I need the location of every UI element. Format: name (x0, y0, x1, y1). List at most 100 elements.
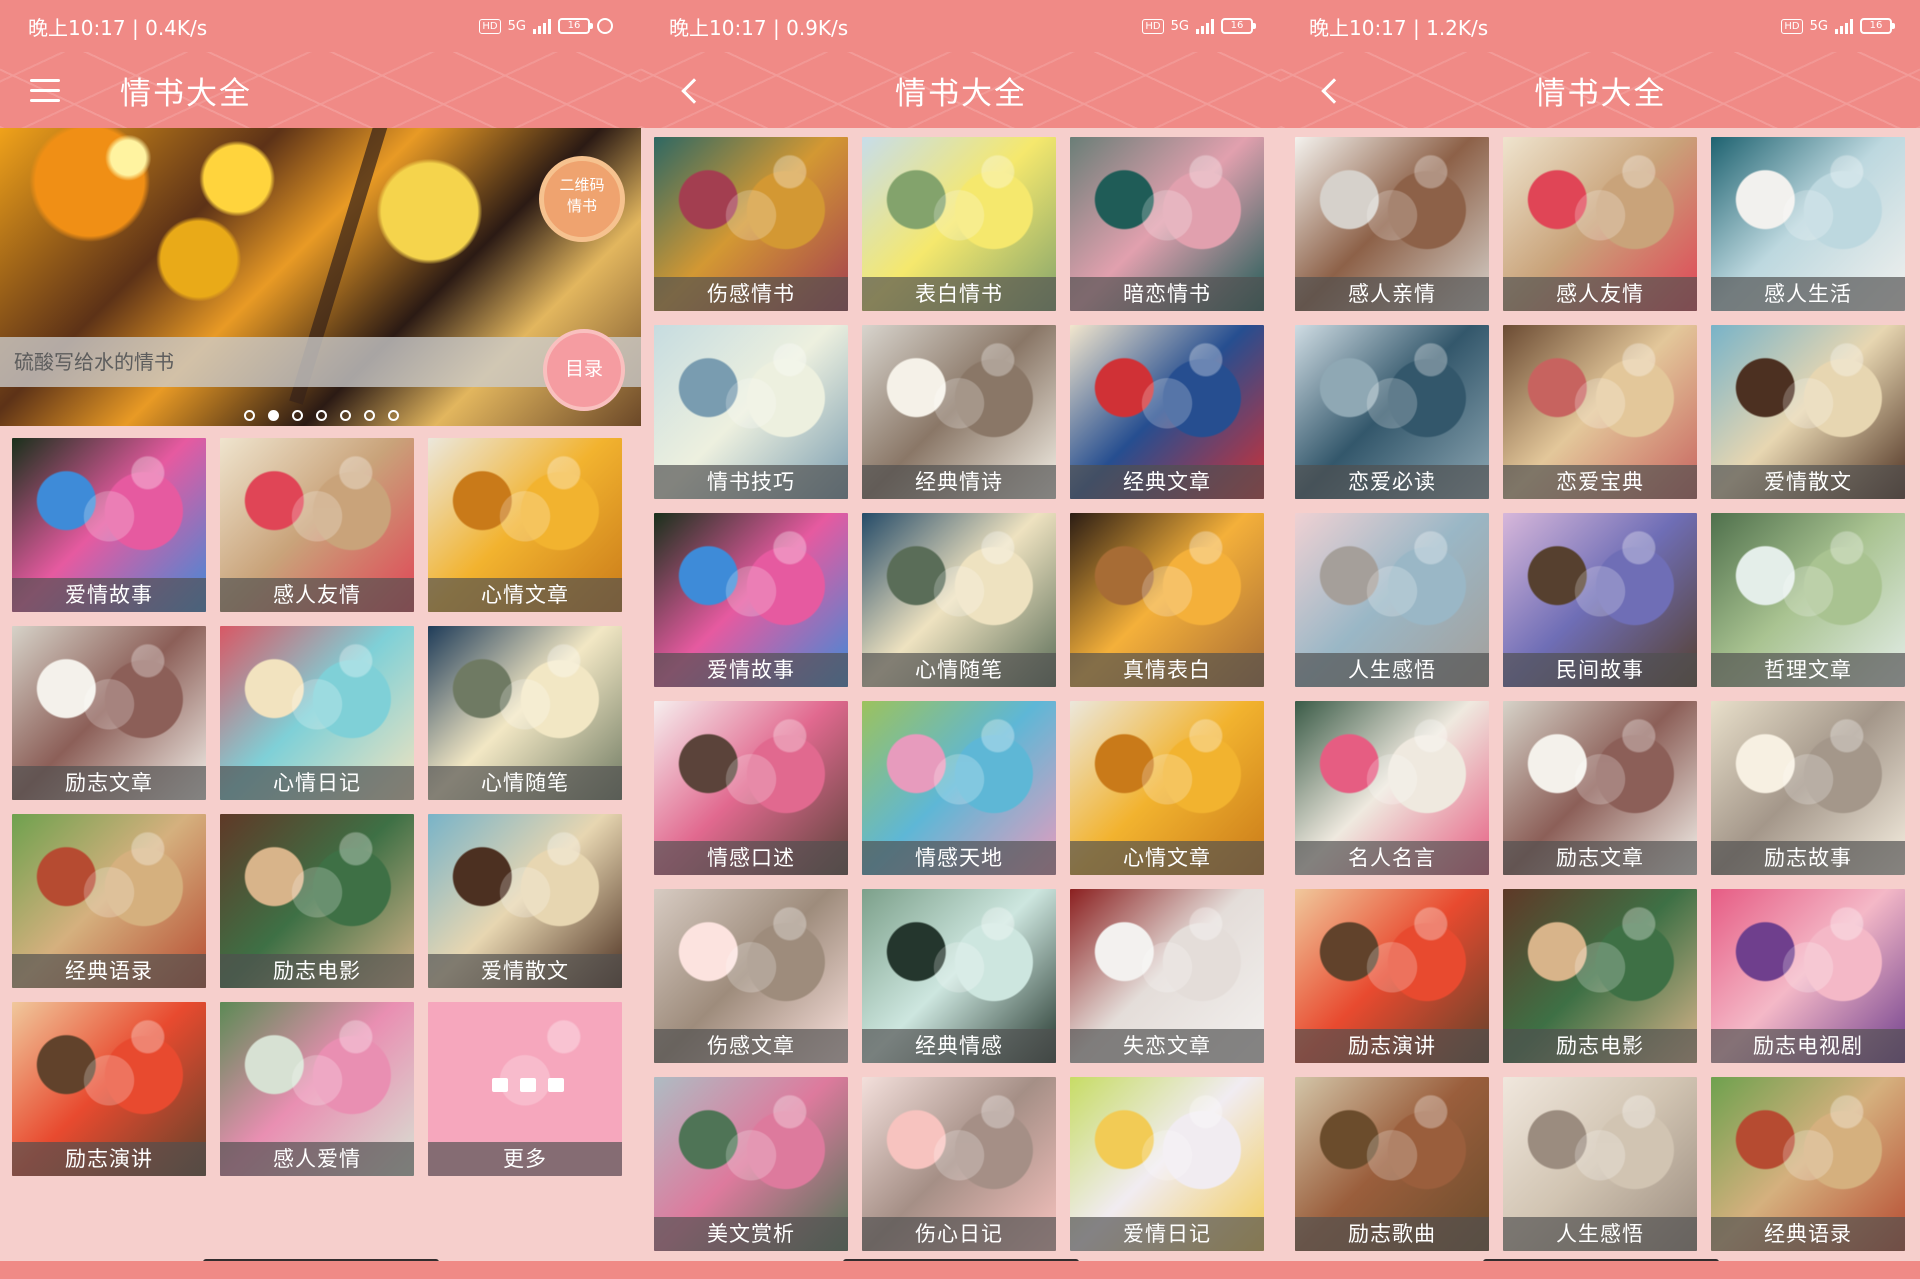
category-tile[interactable]: 人生感悟 (1295, 513, 1489, 687)
category-label: 感人友情 (220, 578, 414, 612)
hd-icon: HD (1781, 18, 1803, 34)
category-tile[interactable]: 经典情诗 (862, 325, 1056, 499)
featured-banner[interactable]: 二维码 情书 硫酸写给水的情书 目录 (0, 128, 641, 426)
hd-icon: HD (1142, 18, 1164, 34)
category-tile[interactable]: 经典语录 (12, 814, 206, 988)
qr-letter-badge[interactable]: 二维码 情书 (539, 156, 625, 242)
network-label: 5G (1809, 18, 1828, 34)
category-tile[interactable]: 暗恋情书 (1070, 137, 1264, 311)
category-label: 励志演讲 (12, 1142, 206, 1176)
carousel-dot[interactable] (268, 410, 279, 421)
category-tile[interactable]: 励志电影 (220, 814, 414, 988)
category-tile[interactable]: 感人友情 (220, 438, 414, 612)
carousel-dot[interactable] (340, 410, 351, 421)
category-label: 民间故事 (1503, 653, 1697, 687)
category-tile[interactable]: 情感口述 (654, 701, 848, 875)
category-label: 哲理文章 (1711, 653, 1905, 687)
category-tile[interactable]: 名人名言 (1295, 701, 1489, 875)
carousel-dot[interactable] (388, 410, 399, 421)
bottom-accent-bar (641, 1261, 1281, 1279)
category-tile[interactable]: 美文赏析 (654, 1077, 848, 1251)
category-tile[interactable]: 伤心日记 (862, 1077, 1056, 1251)
category-screen-two: 晚上10:17 | 1.2K/s HD 5G 16 情书大全 感人亲情 感人友情感… (1281, 0, 1920, 1279)
category-tile[interactable]: 真情表白 (1070, 513, 1264, 687)
category-label: 美文赏析 (654, 1217, 848, 1251)
category-label: 更多 (428, 1142, 622, 1176)
category-tile[interactable]: 心情随笔 (428, 626, 622, 800)
carousel-dot[interactable] (364, 410, 375, 421)
category-label: 伤心日记 (862, 1217, 1056, 1251)
menu-icon[interactable] (30, 67, 76, 113)
category-tile[interactable]: 经典语录 (1711, 1077, 1905, 1251)
category-label: 励志文章 (12, 766, 206, 800)
qr-badge-line-1: 二维码 (559, 176, 605, 194)
category-tile[interactable]: 感人爱情 (220, 1002, 414, 1176)
category-tile[interactable]: 心情文章 (428, 438, 622, 612)
category-tile[interactable]: 爱情故事 (12, 438, 206, 612)
category-label: 心情文章 (428, 578, 622, 612)
category-tile[interactable]: 恋爱宝典 (1503, 325, 1697, 499)
category-tile[interactable]: 经典文章 (1070, 325, 1264, 499)
category-tile[interactable]: 心情日记 (220, 626, 414, 800)
category-tile[interactable]: 伤感文章 (654, 889, 848, 1063)
category-tile[interactable]: 经典情感 (862, 889, 1056, 1063)
category-tile[interactable]: 人生感悟 (1503, 1077, 1697, 1251)
category-tile[interactable]: 感人友情 (1503, 137, 1697, 311)
category-tile[interactable]: 心情文章 (1070, 701, 1264, 875)
category-tile[interactable]: 励志电视剧 (1711, 889, 1905, 1063)
app-bar: 情书大全 (641, 52, 1281, 128)
category-label: 心情日记 (220, 766, 414, 800)
category-tile[interactable]: 哲理文章 (1711, 513, 1905, 687)
category-label: 伤感文章 (654, 1029, 848, 1063)
carousel-dot[interactable] (244, 410, 255, 421)
category-label: 爱情故事 (654, 653, 848, 687)
category-tile[interactable]: 失恋文章 (1070, 889, 1264, 1063)
category-tile[interactable]: 励志演讲 (12, 1002, 206, 1176)
life-category-grid: 感人亲情 感人友情 感人生活 恋爱必读 恋爱宝典 爱情散文 人生感悟 民间故事 哲理文章 名人名言… (1295, 137, 1905, 1251)
category-label: 人生感悟 (1503, 1217, 1697, 1251)
category-tile[interactable]: 爱情日记 (1070, 1077, 1264, 1251)
category-label: 心情随笔 (428, 766, 622, 800)
category-tile[interactable]: 民间故事 (1503, 513, 1697, 687)
category-tile[interactable]: 励志演讲 (1295, 889, 1489, 1063)
category-tile[interactable]: 恋爱必读 (1295, 325, 1489, 499)
category-label: 暗恋情书 (1070, 277, 1264, 311)
home-screen: 晚上10:17 | 0.4K/s HD 5G 16 情书大全 二维码 情书 硫酸… (0, 0, 641, 1279)
category-tile[interactable]: 爱情散文 (1711, 325, 1905, 499)
signal-icon (1835, 18, 1853, 34)
category-tile[interactable]: 励志文章 (1503, 701, 1697, 875)
status-bar: 晚上10:17 | 0.4K/s HD 5G 16 (0, 0, 641, 52)
category-label: 励志歌曲 (1295, 1217, 1489, 1251)
category-label: 真情表白 (1070, 653, 1264, 687)
category-tile[interactable]: 励志文章 (12, 626, 206, 800)
carousel-dots[interactable] (244, 410, 399, 421)
category-label: 恋爱宝典 (1503, 465, 1697, 499)
category-tile[interactable]: 爱情故事 (654, 513, 848, 687)
bottom-accent-bar (1281, 1261, 1920, 1279)
category-tile[interactable]: 表白情书 (862, 137, 1056, 311)
category-label: 情感天地 (862, 841, 1056, 875)
hd-icon: HD (479, 18, 501, 34)
category-tile[interactable]: 爱情散文 (428, 814, 622, 988)
more-categories-tile[interactable]: 更多 (428, 1002, 622, 1176)
category-tile[interactable]: 励志歌曲 (1295, 1077, 1489, 1251)
category-tile[interactable]: 励志电影 (1503, 889, 1697, 1063)
category-label: 失恋文章 (1070, 1029, 1264, 1063)
category-tile[interactable]: 励志故事 (1711, 701, 1905, 875)
page-title: 情书大全 (120, 75, 252, 112)
category-tile[interactable]: 感人生活 (1711, 137, 1905, 311)
category-label: 感人亲情 (1295, 277, 1489, 311)
qr-badge-line-2: 情书 (566, 197, 597, 215)
category-screen-one: 晚上10:17 | 0.9K/s HD 5G 16 情书大全 伤感情书 表白情书暗… (641, 0, 1281, 1279)
catalog-button[interactable]: 目录 (543, 329, 625, 411)
category-tile[interactable]: 情书技巧 (654, 325, 848, 499)
category-label: 恋爱必读 (1295, 465, 1489, 499)
carousel-dot[interactable] (292, 410, 303, 421)
category-tile[interactable]: 伤感情书 (654, 137, 848, 311)
category-tile[interactable]: 情感天地 (862, 701, 1056, 875)
category-label: 感人生活 (1711, 277, 1905, 311)
category-label: 感人友情 (1503, 277, 1697, 311)
carousel-dot[interactable] (316, 410, 327, 421)
category-tile[interactable]: 心情随笔 (862, 513, 1056, 687)
category-tile[interactable]: 感人亲情 (1295, 137, 1489, 311)
